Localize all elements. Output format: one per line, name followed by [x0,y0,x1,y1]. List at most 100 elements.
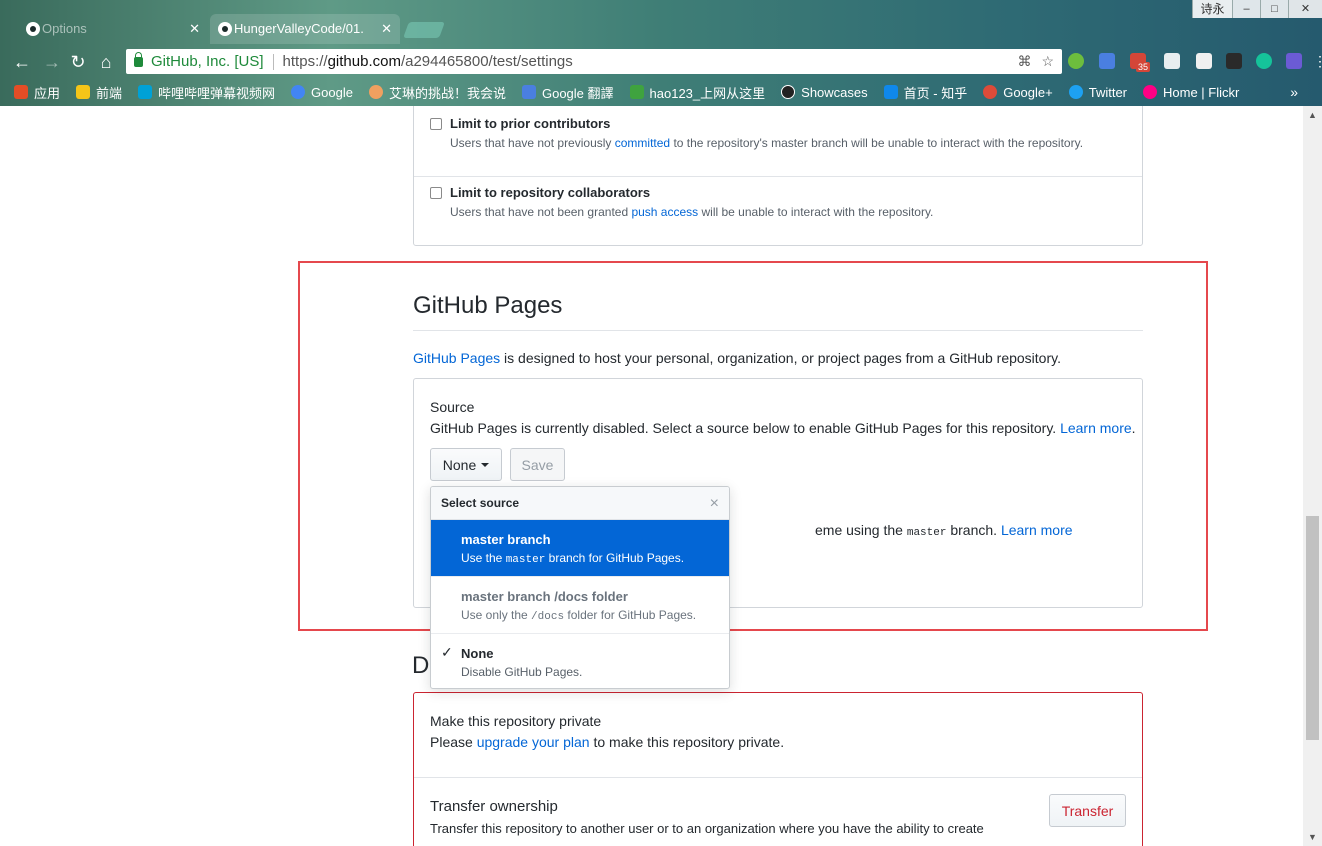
scroll-down-arrow-icon[interactable]: ▼ [1308,832,1317,842]
bookmark-challenge[interactable]: 艾琳的挑战！我会说 [368,83,506,102]
github-icon [26,22,40,36]
menu-item-description: Use the master branch for GitHub Pages. [461,551,685,566]
bookmarks-bar: 应用 前端 哔哩哔哩弹幕视频网 Google 艾琳的挑战！我会说 Google … [0,80,1322,104]
danger-zone-box: Make this repository private Please upgr… [413,692,1143,846]
apps-grid-icon [14,85,28,99]
back-arrow-icon[interactable]: ← [10,50,34,74]
divider [414,777,1142,778]
extension-r-icon[interactable] [1286,53,1302,69]
github-icon [781,85,796,99]
profile-button[interactable]: 诗永 [1192,0,1232,18]
flickr-icon [1143,85,1158,99]
lock-icon [134,51,143,67]
omnibox-icons: ⌘ ☆ [1017,53,1054,70]
limit-prior-contributors-checkbox[interactable] [430,118,442,130]
extension-u-icon[interactable] [1226,53,1242,69]
bookmark-google[interactable]: Google [291,85,353,100]
tab-hungervalleycode[interactable]: HungerValleyCode/01. ✕ [210,14,400,44]
option-title: Limit to prior contributors [450,116,611,131]
tab-options[interactable]: Options ✕ [18,14,208,44]
tab-close-icon[interactable]: ✕ [381,14,392,44]
translate-icon [521,85,536,99]
mail-badge: 35 [1136,62,1151,72]
url-text[interactable]: https://github.com/a294465800/test/setti… [283,53,573,70]
new-tab-button[interactable] [403,22,445,38]
menu-item-none[interactable]: ✓ None Disable GitHub Pages. [431,634,729,688]
bookmark-hao123[interactable]: hao123_上网从这里 [629,83,765,102]
minimize-button[interactable]: – [1232,0,1260,18]
hao123-icon [629,85,644,99]
divider [272,53,274,70]
bookmark-frontend[interactable]: 前端 [76,83,122,102]
danger-zone-heading: D [412,652,430,679]
window-controls: 诗永 – □ ✕ [1192,0,1322,18]
extension-mail-icon[interactable]: 35 [1130,53,1151,72]
bookmark-apps[interactable]: 应用 [14,83,60,102]
extension-leaf-icon[interactable] [1068,53,1084,69]
make-private-title: Make this repository private [430,713,602,729]
option-title: Limit to repository collaborators [450,185,651,200]
close-icon[interactable]: × [710,487,719,520]
bookmark-google-translate[interactable]: Google 翻譯 [521,83,614,102]
reload-icon[interactable]: ↻ [66,50,90,74]
make-private-description: Please upgrade your plan to make this re… [430,734,785,750]
extension-translate-icon[interactable] [1099,53,1115,69]
github-icon [218,22,232,36]
select-source-menu: Select source × master branch Use the ma… [430,486,730,689]
bookmark-zhihu[interactable]: 首页 - 知乎 [883,83,967,102]
bookmark-bilibili[interactable]: 哔哩哔哩弹幕视频网 [138,83,275,102]
push-access-link[interactable]: push access [631,205,698,219]
site-identity[interactable]: GitHub, Inc. [US] [151,53,264,70]
extension-grammarly-icon[interactable] [1256,53,1272,69]
translate-icon[interactable]: ⌘ [1017,53,1031,70]
tab-label: Options [42,21,87,36]
page-viewport: Limit to prior contributors Users that h… [0,106,1303,846]
folder-icon [76,85,91,99]
menu-item-title: master branch /docs folder [461,589,628,604]
tab-close-icon[interactable]: ✕ [189,14,200,44]
extension-doc-icon[interactable] [1164,53,1180,69]
divider [414,176,1142,177]
bilibili-icon [138,85,153,99]
avatar-icon [368,85,383,99]
option-description: Users that have not been granted push ac… [450,205,934,219]
committed-link[interactable]: committed [615,136,670,150]
page-scrollbar[interactable]: ▲ ▼ [1303,106,1322,846]
maximize-button[interactable]: □ [1260,0,1288,18]
bookmark-google-plus[interactable]: Google+ [983,85,1053,100]
forward-arrow-icon[interactable]: → [40,50,64,74]
scrollbar-thumb[interactable] [1306,516,1319,740]
menu-item-title: None [461,646,494,661]
home-icon[interactable]: ⌂ [94,50,118,74]
google-icon [291,85,306,99]
twitter-icon [1068,85,1083,99]
bookmark-showcases[interactable]: Showcases [781,85,868,100]
bookmark-flickr[interactable]: Home | Flickr [1143,85,1239,100]
tab-label: HungerValleyCode/01. [234,21,364,36]
menu-item-master-branch[interactable]: master branch Use the master branch for … [431,520,729,577]
zhihu-icon [883,85,898,99]
address-bar[interactable]: GitHub, Inc. [US] https://github.com/a29… [126,49,1062,74]
bookmark-star-icon[interactable]: ☆ [1041,53,1054,70]
google-plus-icon [983,85,998,99]
transfer-ownership-description: Transfer this repository to another user… [430,821,984,836]
interaction-limits-box: Limit to prior contributors Users that h… [413,106,1143,246]
menu-item-description: Disable GitHub Pages. [461,665,583,679]
option-description: Users that have not previously committed… [450,136,1084,150]
menu-header: Select source × [431,487,729,520]
close-window-button[interactable]: ✕ [1288,0,1322,18]
transfer-button[interactable]: Transfer [1049,794,1126,827]
upgrade-plan-link[interactable]: upgrade your plan [477,734,590,750]
tab-bar: Options ✕ HungerValleyCode/01. ✕ 诗永 – □ … [0,0,1322,44]
browser-chrome: Options ✕ HungerValleyCode/01. ✕ 诗永 – □ … [0,0,1322,106]
transfer-ownership-title: Transfer ownership [430,798,558,815]
check-icon: ✓ [441,644,453,660]
bookmarks-overflow-icon[interactable]: » [1290,84,1298,100]
limit-collaborators-checkbox[interactable] [430,187,442,199]
bookmark-twitter[interactable]: Twitter [1068,85,1127,100]
browser-menu-icon[interactable]: ⋮ [1313,53,1322,69]
scroll-up-arrow-icon[interactable]: ▲ [1308,110,1317,120]
extension-square-icon[interactable] [1196,53,1212,69]
menu-item-docs-folder[interactable]: master branch /docs folder Use only the … [431,577,729,634]
menu-item-description: Use only the /docs folder for GitHub Pag… [461,608,697,623]
